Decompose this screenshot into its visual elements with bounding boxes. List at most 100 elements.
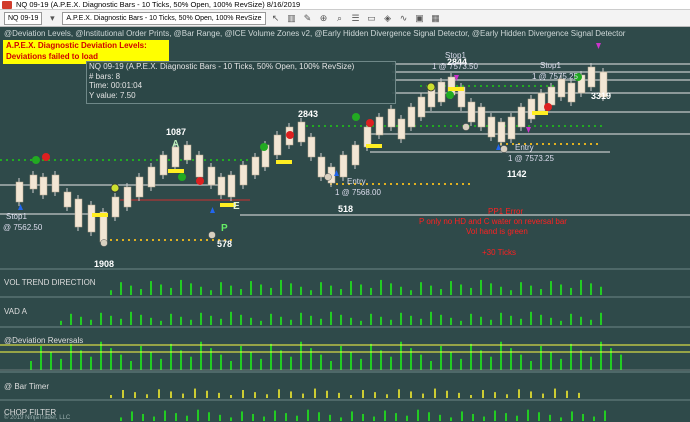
- green-dotted-level: [534, 85, 536, 87]
- deviation-reversal-bar: [230, 361, 232, 370]
- green-dotted-level: [534, 125, 536, 127]
- vad-bar: [540, 314, 542, 325]
- candle-body: [171, 146, 180, 168]
- green-dotted-level: [456, 85, 458, 87]
- yellow-dotted-level: [122, 239, 124, 241]
- green-dotted-level: [588, 125, 590, 127]
- candle-body: [111, 196, 120, 218]
- vad-bar: [510, 315, 512, 325]
- green-dotted-level: [78, 159, 80, 161]
- vol-trend-bar: [260, 284, 262, 295]
- yellow-dotted-level: [336, 183, 338, 185]
- indicator-icon[interactable]: ∿: [398, 12, 410, 24]
- yellow-dotted-level: [408, 183, 410, 185]
- chop-filter-bar: [186, 415, 188, 421]
- deviation-reversal-bar: [80, 350, 82, 370]
- deviation-reversal-bar: [150, 352, 152, 370]
- green-dotted-level: [480, 85, 482, 87]
- properties-icon[interactable]: ☰: [350, 12, 362, 24]
- bar-timer-bar: [374, 392, 376, 398]
- bar-timer-bar: [566, 390, 568, 398]
- yellow-dotted-level: [170, 239, 172, 241]
- chop-filter-bar: [285, 413, 287, 421]
- green-dotted-level: [504, 85, 506, 87]
- green-dotted-level: [468, 85, 470, 87]
- bar-timer-bar: [194, 388, 196, 398]
- green-dotted-level: [474, 125, 476, 127]
- signal-e-marker: E: [233, 201, 240, 212]
- instrument-selector[interactable]: NQ 09-19: [4, 11, 43, 25]
- yellow-bar-marker: [366, 144, 382, 148]
- deviation-reversal-bar: [110, 348, 112, 370]
- vad-bar: [350, 317, 352, 325]
- candle-body: [317, 156, 326, 178]
- bar-timer-bar: [518, 389, 520, 398]
- green-dotted-level: [336, 125, 338, 127]
- vad-bar: [600, 312, 602, 325]
- bar-timer-bar: [554, 388, 556, 398]
- x-circle-marker: [110, 183, 120, 193]
- vol-trend-bar: [120, 282, 122, 295]
- green-dotted-level: [54, 159, 56, 161]
- deviation-reversal-bar: [410, 348, 412, 370]
- pencil-icon[interactable]: ✎: [302, 12, 314, 24]
- green-dotted-level: [594, 125, 596, 127]
- strategy-icon[interactable]: ◈: [382, 12, 394, 24]
- deviation-reversal-bar: [170, 343, 172, 370]
- chevron-down-icon[interactable]: ▾: [46, 12, 58, 24]
- stop-label-right: Stop1: [540, 61, 561, 70]
- yellow-dotted-level: [596, 143, 598, 145]
- chop-filter-bar: [582, 413, 584, 421]
- chop-filter-bar: [219, 414, 221, 421]
- deviation-reversal-bar: [280, 350, 282, 370]
- deviation-reversal-bar: [620, 354, 622, 370]
- yellow-dotted-level: [506, 143, 508, 145]
- bar-timer-bar: [122, 390, 124, 398]
- chart-area[interactable]: @Deviation Levels, @Institutional Order …: [0, 27, 690, 422]
- candle-body: [195, 154, 204, 178]
- grid-icon[interactable]: ▦: [430, 12, 442, 24]
- vol-trend-bar: [390, 283, 392, 295]
- vad-bar: [320, 318, 322, 325]
- bar-timer-bar: [350, 395, 352, 398]
- pointer-icon[interactable]: ↖: [270, 12, 282, 24]
- bar-style-icon[interactable]: ▥: [286, 12, 298, 24]
- deviation-reversal-bar: [60, 358, 62, 370]
- signal-p-marker: P: [221, 223, 228, 234]
- bar-timer-bar: [230, 395, 232, 398]
- chop-filter-bar: [527, 409, 529, 421]
- yellow-dotted-level: [396, 183, 398, 185]
- green-dotted-level: [450, 125, 452, 127]
- vol-trend-bar: [170, 287, 172, 295]
- chop-filter-bar: [340, 417, 342, 421]
- candle-body: [567, 82, 576, 103]
- candle-body: [207, 166, 216, 186]
- vad-bar: [60, 320, 62, 325]
- entry-price-right: 1 @ 7573.25: [508, 154, 554, 163]
- price-label-578: 578: [217, 239, 233, 249]
- bar-timer-bar: [470, 395, 472, 398]
- candle-body: [63, 191, 72, 208]
- chop-filter-bar: [230, 417, 232, 421]
- vad-bar: [480, 316, 482, 325]
- zoom-icon[interactable]: ⊕: [318, 12, 330, 24]
- green-dotted-level: [582, 125, 584, 127]
- lock-icon[interactable]: ▣: [414, 12, 426, 24]
- green-dotted-level: [132, 159, 134, 161]
- candle-body: [537, 92, 546, 112]
- chip-marker: [208, 231, 216, 239]
- yellow-dotted-level: [110, 239, 112, 241]
- candle-body: [437, 81, 446, 103]
- search-icon[interactable]: ⌕: [334, 12, 346, 24]
- deviation-reversal-bar: [420, 354, 422, 370]
- vol-trend-bar: [410, 290, 412, 295]
- vad-bar: [110, 315, 112, 325]
- window-icon[interactable]: ▭: [366, 12, 378, 24]
- price-label-3319: 3319: [591, 91, 612, 101]
- bar-timer-bar: [110, 395, 112, 398]
- copyright: © 2019 NinjaTrader, LLC: [4, 415, 71, 421]
- green-dotted-level: [204, 159, 206, 161]
- bar-type-selector[interactable]: A.P.E.X. Diagnostic Bars - 10 Ticks, 50%…: [62, 11, 266, 25]
- candle-body: [297, 121, 306, 143]
- vol-trend-bar: [250, 281, 252, 295]
